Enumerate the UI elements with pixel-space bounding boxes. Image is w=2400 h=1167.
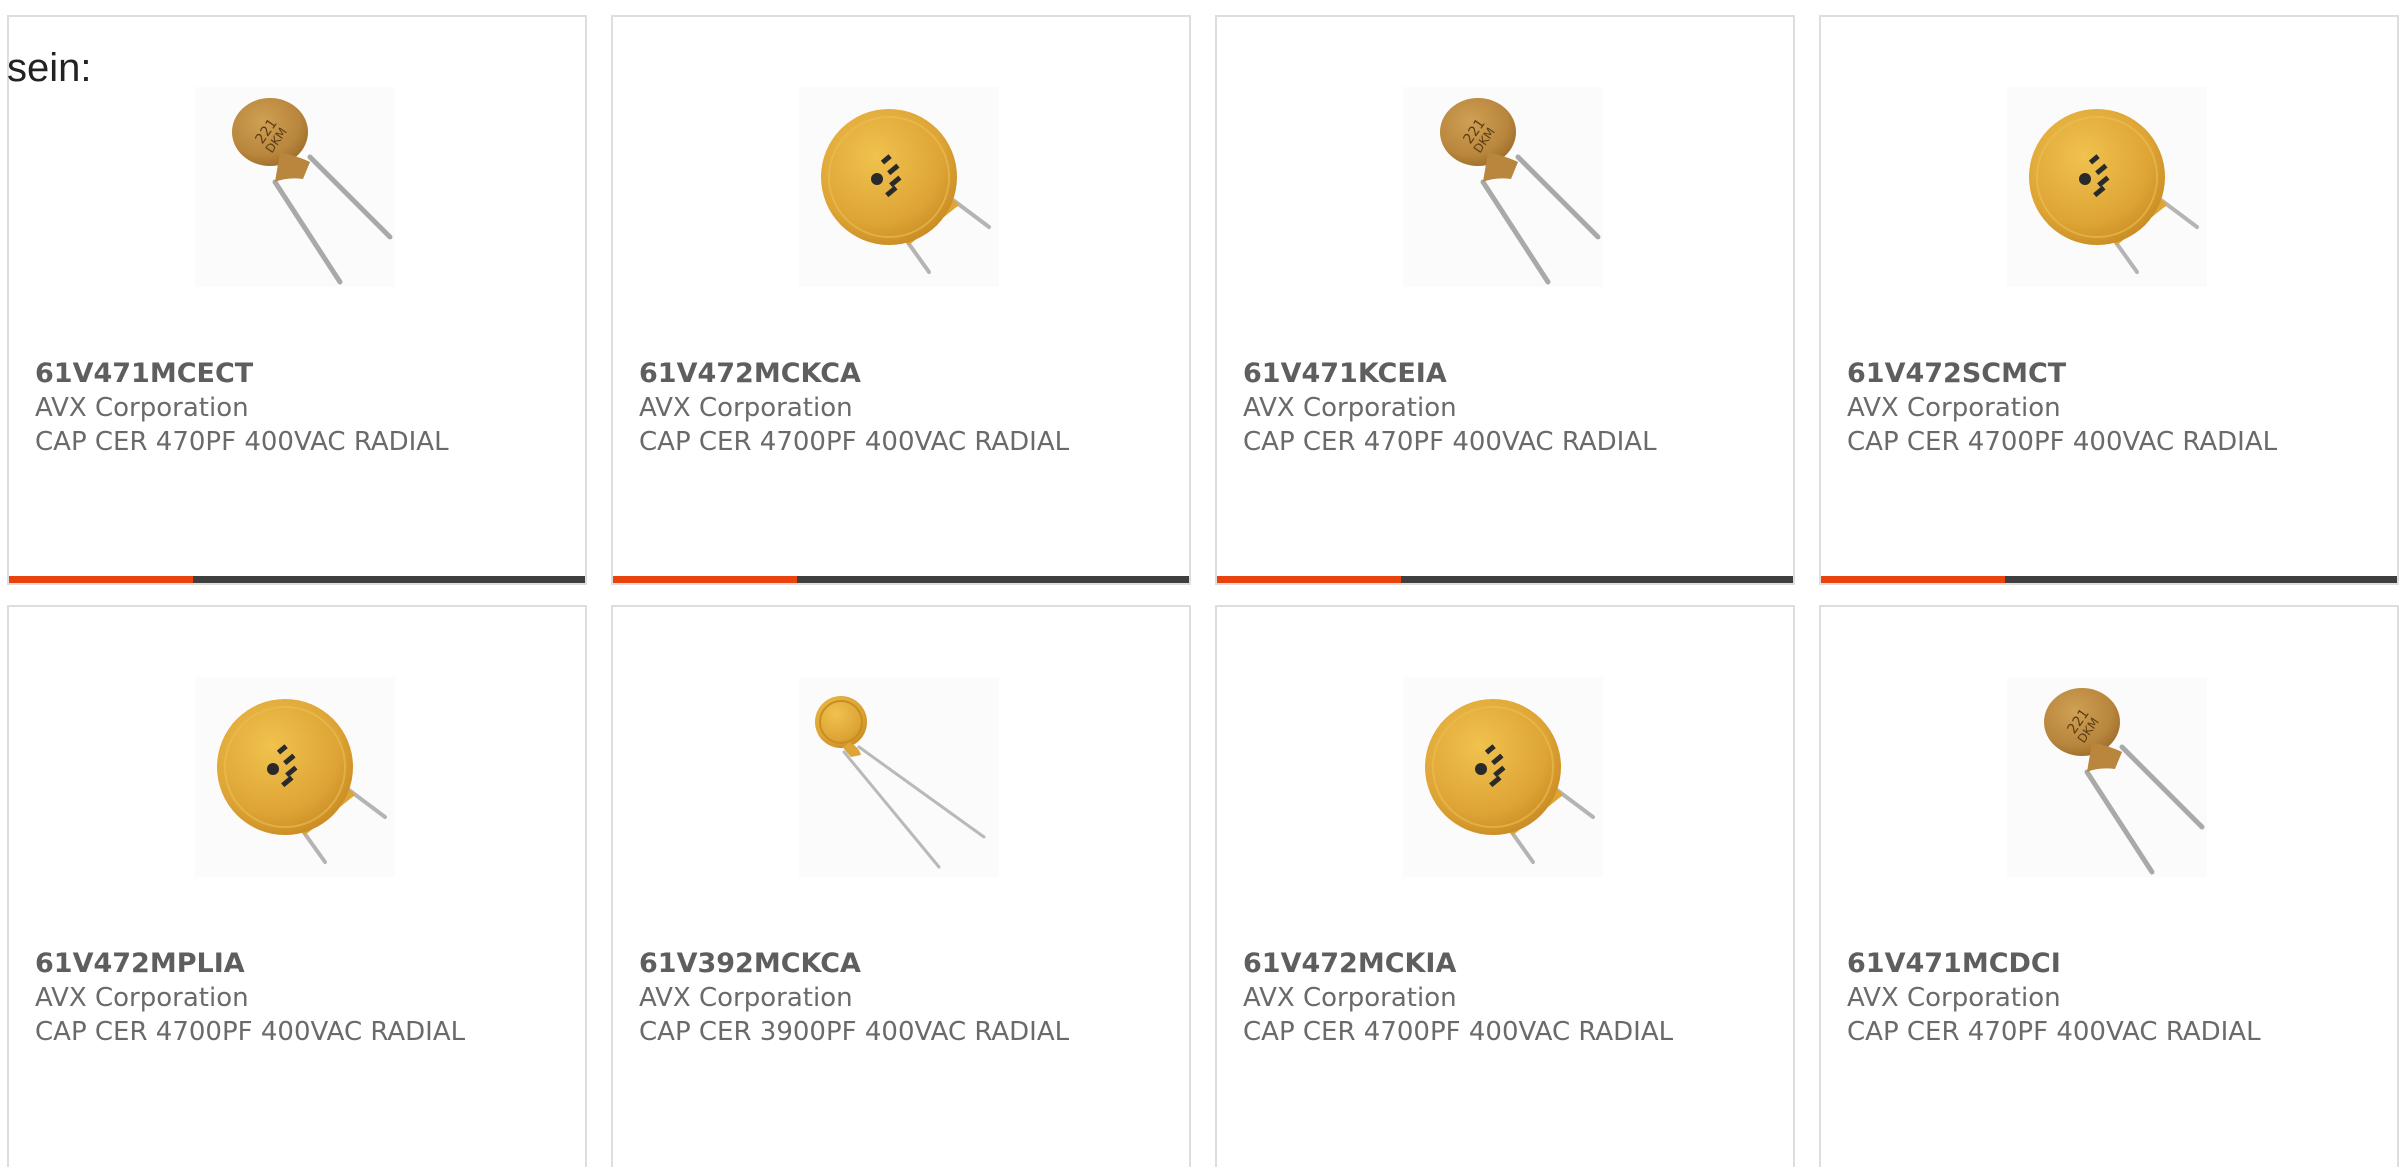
product-info: 61V472MCKIA AVX Corporation CAP CER 4700PF… [1243,947,1673,1049]
manufacturer: AVX Corporation [1847,393,2061,423]
product-card[interactable]: 61V472MCKIA AVX Corporation CAP CER 4700PF… [1215,605,1795,1167]
product-card[interactable]: 61V472SCMCT AVX Corporation CAP CER 4700PF… [1819,15,2399,585]
product-info: 61V472MPLIA AVX Corporation CAP CER 4700PF… [35,947,465,1049]
card-progress-bar [1217,576,1793,583]
description: CAP CER 4700PF 400VAC RADIAL [1243,1017,1674,1047]
part-number-link[interactable]: 61V472SCMCT [1847,357,2277,391]
manufacturer: AVX Corporation [35,393,249,423]
large-yellow-disc-capacitor-image[interactable] [1403,677,1603,877]
lead-text: sein: [7,46,92,90]
description: CAP CER 4700PF 400VAC RADIAL [1847,427,2278,457]
description: CAP CER 470PF 400VAC RADIAL [1243,427,1657,457]
part-number-link[interactable]: 61V472MCKIA [1243,947,1673,981]
part-number-link[interactable]: 61V471MCDCI [1847,947,2261,981]
manufacturer: AVX Corporation [1243,983,1457,1013]
small-brown-disc-capacitor-image[interactable]: 221 DKM [2007,677,2207,877]
product-info: 61V471MCECT AVX Corporation CAP CER 470PF … [35,357,449,459]
part-number-link[interactable]: 61V472MCKCA [639,357,1069,391]
tiny-disc-capacitor-image[interactable] [799,677,999,877]
product-card[interactable]: 61V472MPLIA AVX Corporation CAP CER 4700PF… [7,605,587,1167]
description: CAP CER 4700PF 400VAC RADIAL [35,1017,466,1047]
large-yellow-disc-capacitor-image[interactable] [799,87,999,287]
part-number-link[interactable]: 61V392MCKCA [639,947,1069,981]
card-progress-bar [9,576,585,583]
small-brown-disc-capacitor-image[interactable]: 221 DKM [195,87,395,287]
product-info: 61V472SCMCT AVX Corporation CAP CER 4700PF… [1847,357,2277,459]
product-card[interactable]: 221 DKM 61V471MCDCI AVX Corporation CAP CER … [1819,605,2399,1167]
product-info: 61V471KCEIA AVX Corporation CAP CER 470PF … [1243,357,1657,459]
manufacturer: AVX Corporation [639,983,853,1013]
manufacturer: AVX Corporation [35,983,249,1013]
manufacturer: AVX Corporation [1243,393,1457,423]
product-info: 61V472MCKCA AVX Corporation CAP CER 4700PF… [639,357,1069,459]
product-card[interactable]: 61V472MCKCA AVX Corporation CAP CER 4700PF… [611,15,1191,585]
manufacturer: AVX Corporation [639,393,853,423]
card-progress-bar [613,576,1189,583]
part-number-link[interactable]: 61V472MPLIA [35,947,465,981]
product-card[interactable]: 221 DKM 61V471KCEIA AVX Corporation CAP CER … [1215,15,1795,585]
card-progress-fill [9,576,194,583]
card-progress-fill [1217,576,1402,583]
product-card[interactable]: 221 DKM 61V471MCECT AVX Corporation CAP CER … [7,15,587,585]
part-number-link[interactable]: 61V471KCEIA [1243,357,1657,391]
large-yellow-disc-capacitor-image[interactable] [2007,87,2207,287]
description: CAP CER 470PF 400VAC RADIAL [1847,1017,2261,1047]
description: CAP CER 4700PF 400VAC RADIAL [639,427,1070,457]
part-number-link[interactable]: 61V471MCECT [35,357,449,391]
small-brown-disc-capacitor-image[interactable]: 221 DKM [1403,87,1603,287]
product-card[interactable]: 61V392MCKCA AVX Corporation CAP CER 3900PF… [611,605,1191,1167]
large-yellow-disc-capacitor-image[interactable] [195,677,395,877]
card-progress-bar [1821,576,2397,583]
manufacturer: AVX Corporation [1847,983,2061,1013]
description: CAP CER 470PF 400VAC RADIAL [35,427,449,457]
description: CAP CER 3900PF 400VAC RADIAL [639,1017,1070,1047]
card-progress-fill [1821,576,2006,583]
product-info: 61V471MCDCI AVX Corporation CAP CER 470PF … [1847,947,2261,1049]
card-progress-fill [613,576,798,583]
product-info: 61V392MCKCA AVX Corporation CAP CER 3900PF… [639,947,1069,1049]
